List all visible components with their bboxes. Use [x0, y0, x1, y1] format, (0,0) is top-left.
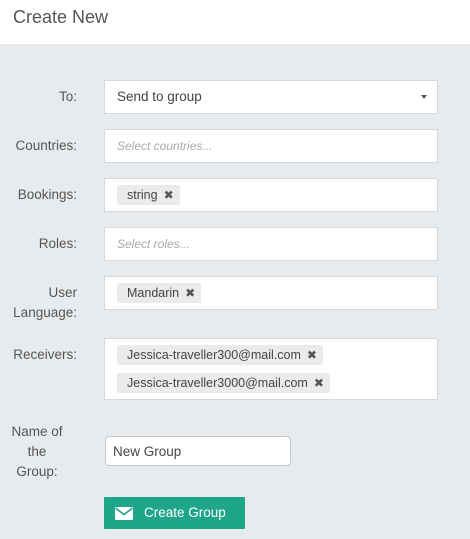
user-language-label-line2: Language:: [13, 305, 77, 320]
bookings-tag: string ✖: [117, 185, 180, 205]
tag-label: Jessica-traveller3000@mail.com: [127, 376, 308, 390]
user-language-tag: Mandarin ✖: [117, 283, 202, 303]
remove-tag-icon[interactable]: ✖: [164, 185, 174, 205]
bookings-select[interactable]: string ✖: [104, 178, 438, 212]
to-label: To:: [58, 89, 77, 104]
countries-select[interactable]: Select countries...: [104, 129, 438, 163]
tag-label: Mandarin: [127, 286, 180, 300]
group-name-label-line1: Name of: [11, 424, 63, 439]
page-header: Create New: [0, 0, 470, 44]
tag-label: string: [127, 188, 158, 202]
countries-placeholder: Select countries...: [117, 139, 213, 153]
group-name-input[interactable]: [105, 436, 291, 466]
user-language-label-line1: User: [48, 285, 77, 300]
remove-tag-icon[interactable]: ✖: [314, 373, 324, 393]
countries-label: Countries:: [15, 138, 77, 153]
roles-label: Roles:: [38, 236, 77, 251]
group-name-label-line3: Group:: [16, 464, 58, 479]
user-language-label: User Language:: [0, 283, 77, 323]
receivers-label: Receivers:: [13, 347, 77, 362]
create-group-button[interactable]: Create Group: [104, 497, 245, 529]
group-name-label: Name of the Group:: [0, 422, 74, 482]
receivers-tag: Jessica-traveller300@mail.com ✖: [117, 345, 323, 365]
receivers-tag: Jessica-traveller3000@mail.com ✖: [117, 373, 330, 393]
remove-tag-icon[interactable]: ✖: [307, 345, 317, 365]
receivers-select[interactable]: Jessica-traveller300@mail.com ✖ Jessica-t…: [104, 338, 438, 400]
remove-tag-icon[interactable]: ✖: [185, 283, 195, 303]
group-name-label-line2: the: [27, 444, 47, 459]
roles-select[interactable]: Select roles...: [104, 227, 438, 261]
envelope-icon: [115, 507, 133, 520]
page-title: Create New: [13, 7, 109, 27]
user-language-select[interactable]: Mandarin ✖: [104, 276, 438, 310]
bookings-label: Bookings:: [17, 187, 77, 202]
chevron-down-icon[interactable]: [421, 95, 427, 99]
create-group-label: Create Group: [144, 505, 226, 520]
to-select[interactable]: Send to group: [104, 80, 438, 114]
tag-label: Jessica-traveller300@mail.com: [127, 348, 301, 362]
to-select-value: Send to group: [117, 89, 202, 104]
roles-placeholder: Select roles...: [117, 237, 190, 251]
